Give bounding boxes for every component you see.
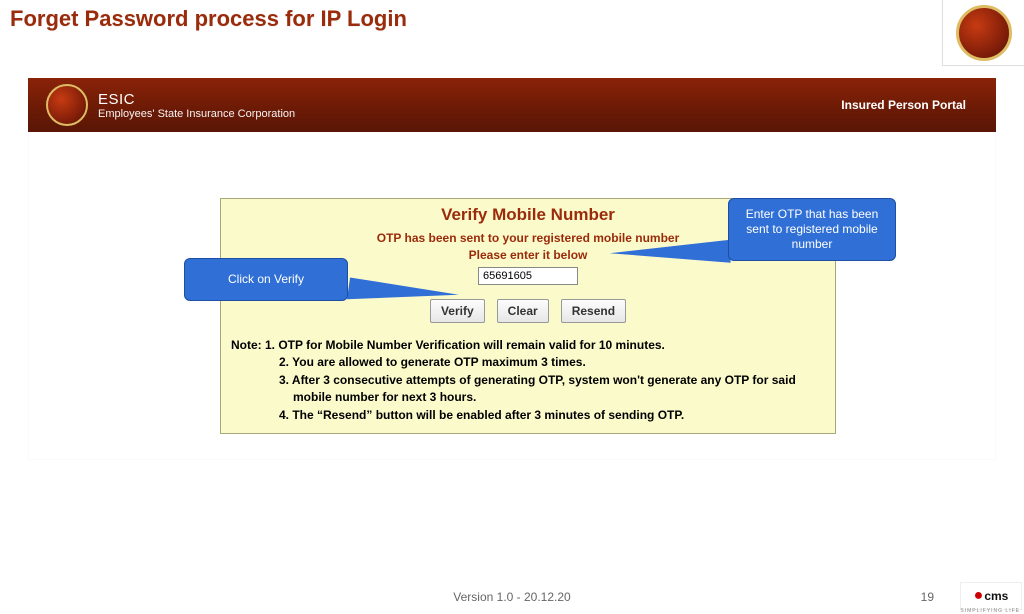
esic-seal-icon xyxy=(956,5,1012,61)
callout-click-verify: Click on Verify xyxy=(184,258,348,301)
callout-enter-otp: Enter OTP that has been sent to register… xyxy=(728,198,896,261)
cms-tagline: SIMPLIFYING LIFE xyxy=(960,608,1020,614)
esic-seal-icon xyxy=(46,84,88,126)
cms-logo-text: cms xyxy=(984,589,1008,603)
note-4: 4. The “Resend” button will be enabled a… xyxy=(279,407,825,424)
slide-title: Forget Password process for IP Login xyxy=(10,6,407,32)
otp-input[interactable] xyxy=(478,267,578,285)
brand-short: ESIC xyxy=(98,91,295,108)
footer-page-number: 19 xyxy=(921,590,934,604)
brand-full: Employees' State Insurance Corporation xyxy=(98,108,295,120)
cms-logo-icon: ●cms xyxy=(960,582,1022,610)
cms-logo-dot-icon: ● xyxy=(974,587,984,605)
note-lead: Note: xyxy=(231,338,265,352)
portal-link[interactable]: Insured Person Portal xyxy=(841,98,966,112)
top-right-logo-box xyxy=(942,0,1024,66)
notes-block: Note: 1. OTP for Mobile Number Verificat… xyxy=(231,337,825,424)
resend-button[interactable]: Resend xyxy=(561,299,626,323)
clear-button[interactable]: Clear xyxy=(497,299,549,323)
app-frame: ESIC Employees' State Insurance Corporat… xyxy=(28,78,996,460)
header-title-block: ESIC Employees' State Insurance Corporat… xyxy=(98,91,295,120)
note-1: 1. OTP for Mobile Number Verification wi… xyxy=(265,338,665,352)
button-row: Verify Clear Resend xyxy=(221,299,835,323)
note-2: 2. You are allowed to generate OTP maxim… xyxy=(279,354,825,371)
note-3b: mobile number for next 3 hours. xyxy=(293,389,825,406)
footer-version: Version 1.0 - 20.12.20 xyxy=(453,590,570,604)
note-3a: 3. After 3 consecutive attempts of gener… xyxy=(279,372,825,389)
portal-header: ESIC Employees' State Insurance Corporat… xyxy=(28,78,996,132)
